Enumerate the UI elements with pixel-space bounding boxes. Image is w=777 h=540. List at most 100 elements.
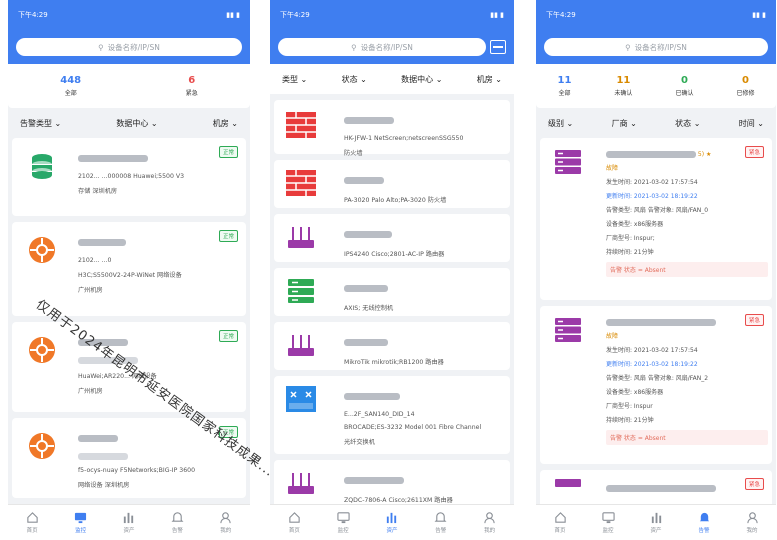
asset-info: MikroTik mikrotik;RB1200 路由器 (344, 332, 504, 366)
stat-urgent-count: 6 (188, 75, 196, 86)
tab-mine[interactable]: 我的 (746, 511, 759, 534)
tab-home[interactable]: 首页 (554, 511, 567, 534)
stat-all[interactable]: 11 全部 (558, 75, 572, 97)
search-input[interactable]: ⚲ 设备名称/IP/SN (544, 38, 768, 56)
firewall-icon (286, 112, 316, 138)
bell-icon (699, 512, 709, 522)
alarm-vendor: 厂商型号: Inspur; (606, 235, 655, 242)
tab-monitor[interactable]: 监控 (601, 511, 615, 534)
tab-monitor[interactable]: 监控 (74, 511, 87, 534)
scan-icon[interactable] (490, 40, 506, 54)
asset-card[interactable]: ZQDC-7806-A Cisco;2611XM 路由器 (274, 460, 510, 508)
stat-count: 0 (741, 75, 749, 86)
asset-icon (651, 512, 661, 524)
tab-asset[interactable]: 资产 (122, 511, 135, 534)
user-icon (484, 512, 495, 524)
asset-type: 光纤交换机 (344, 439, 375, 446)
alarm-card[interactable]: 紧急 5) ★ 故障 发生时间: 2021-03-02 17:57:54 更新时… (540, 138, 772, 300)
alarm-card[interactable]: 紧急 故障 发生时间: 2021-03-02 17:57:54 更新时间: 20… (540, 306, 772, 464)
asset-model: PA-3020 Palo Alto;PA-3020 防火墙 (344, 197, 447, 204)
filter-room[interactable]: 机房 ⌄ (477, 74, 502, 85)
alarm-title-suffix: 5) ★ (697, 151, 712, 158)
filter-vendor[interactable]: 厂商 ⌄ (612, 118, 637, 129)
status-time: 下午4:29 (18, 11, 48, 19)
network-icon (29, 237, 55, 263)
device-model: H3C;S5500V2-24P-WiNet 网络设备 (78, 272, 182, 279)
stat-repaired[interactable]: 0 已修修 (736, 75, 754, 97)
asset-card[interactable]: PA-3020 Palo Alto;PA-3020 防火墙 (274, 160, 510, 208)
device-category: 网络设备 深圳机房 (78, 481, 130, 489)
asset-card[interactable]: IPS4240 Cisco;2801-AC-IP 路由器 (274, 214, 510, 262)
device-card[interactable]: 正常 HuaWei;AR220... 网络设备 广州机房 (12, 322, 246, 412)
status-icons: ▮▮ ▮ (752, 11, 766, 19)
status-bar: 下午4:29 ▮▮ ▮ (536, 0, 776, 30)
stat-confirmed[interactable]: 0 已确认 (675, 75, 693, 97)
filter-level[interactable]: 级别 ⌄ (548, 118, 573, 129)
device-card[interactable]: 正常 2102... ...000008 Huawei;5500 V3 存储 深… (12, 138, 246, 216)
stat-urgent[interactable]: 6 紧急 (186, 75, 198, 97)
tab-alarm[interactable]: 告警 (171, 511, 184, 534)
filter-status[interactable]: 状态 ⌄ (342, 74, 367, 85)
tab-alarm[interactable]: 告警 (698, 511, 711, 534)
device-card[interactable]: 正常 f5-ocys-nuay F5Networks;BIG-IP 3600 网… (12, 418, 246, 498)
device-card[interactable]: 正常 2102... ...0 H3C;S5500V2-24P-WiNet 网络… (12, 222, 246, 316)
tab-mine[interactable]: 我的 (483, 511, 496, 534)
search-input[interactable]: ⚲ 设备名称/IP/SN (278, 38, 486, 56)
tab-mine[interactable]: 我的 (219, 511, 232, 534)
filter-alarm-type[interactable]: 告警类型 ⌄ (20, 118, 61, 129)
asset-card[interactable]: HK-JFW-1 NetScreen;netscreenSSG550 防火墙 (274, 100, 510, 157)
tab-asset[interactable]: 资产 (385, 511, 398, 534)
asset-info: IPS4240 Cisco;2801-AC-IP 路由器 (344, 224, 504, 258)
device-room: 广州机房 (78, 287, 103, 294)
alarm-type: 故障 (606, 165, 619, 172)
tab-label: 监控 (337, 528, 349, 534)
device-name-redacted (78, 339, 128, 346)
tab-asset[interactable]: 资产 (650, 511, 663, 534)
home-icon (289, 512, 300, 523)
asset-card[interactable]: E...2F_SAN140_DID_14 BROCADE;ES-3232 Mod… (274, 376, 510, 454)
tab-alarm[interactable]: 告警 (434, 511, 447, 534)
tab-label: 监控 (602, 528, 614, 534)
search-input[interactable]: ⚲ 设备名称/IP/SN (16, 38, 242, 56)
alarm-info (606, 478, 768, 497)
filter-label: 告警类型 (20, 118, 52, 128)
tab-home[interactable]: 首页 (288, 511, 301, 534)
filter-status[interactable]: 状态 ⌄ (675, 118, 700, 129)
server-icon (555, 318, 581, 342)
tab-label: 资产 (650, 528, 662, 534)
monitor-icon (337, 512, 350, 524)
stat-unconfirmed[interactable]: 11 未确认 (614, 75, 632, 97)
search-icon: ⚲ (351, 42, 357, 52)
alarm-stats-panel: 11 全部 11 未确认 0 已确认 0 已修修 (536, 64, 776, 108)
asset-card[interactable]: MikroTik mikrotik;RB1200 路由器 (274, 322, 510, 370)
asset-info: ZQDC-7806-A Cisco;2611XM 路由器 (344, 470, 504, 504)
stat-all[interactable]: 448 全部 (60, 75, 81, 97)
filter-bar: 级别 ⌄ 厂商 ⌄ 状态 ⌄ 时间 ⌄ (536, 108, 776, 138)
home-icon (26, 512, 38, 523)
filter-type[interactable]: 类型 ⌄ (282, 74, 307, 85)
alarm-update-time: 更新时间: 2021-03-02 18:19:22 (606, 361, 698, 368)
device-category: 存储 深圳机房 (78, 188, 118, 195)
tab-monitor[interactable]: 监控 (337, 511, 350, 534)
filter-label: 类型 (282, 74, 298, 84)
asset-card[interactable]: AXIS; 无线控制机 (274, 268, 510, 316)
stat-label: 未确认 (614, 90, 633, 97)
search-placeholder: 设备名称/IP/SN (360, 42, 413, 52)
stat-count: 0 (680, 75, 688, 86)
router-icon (288, 473, 314, 494)
status-time: 下午4:29 (280, 11, 310, 19)
asset-name-redacted (344, 177, 384, 184)
asset-info: E...2F_SAN140_DID_14 BROCADE;ES-3232 Mod… (344, 386, 504, 446)
status-bar: 下午4:29 ▮▮ ▮ (270, 0, 514, 30)
stat-label: 全部 (558, 90, 571, 97)
monitor-icon (601, 512, 615, 524)
filter-time[interactable]: 时间 ⌄ (739, 118, 764, 129)
tab-label: 监控 (75, 528, 87, 534)
router-icon (288, 227, 314, 248)
tab-label: 我的 (746, 528, 758, 534)
filter-datacenter[interactable]: 数据中心 ⌄ (401, 74, 442, 85)
tab-label: 首页 (26, 528, 38, 534)
tab-home[interactable]: 首页 (26, 511, 39, 534)
filter-room[interactable]: 机房 ⌄ (213, 118, 238, 129)
filter-datacenter[interactable]: 数据中心 ⌄ (116, 118, 157, 129)
